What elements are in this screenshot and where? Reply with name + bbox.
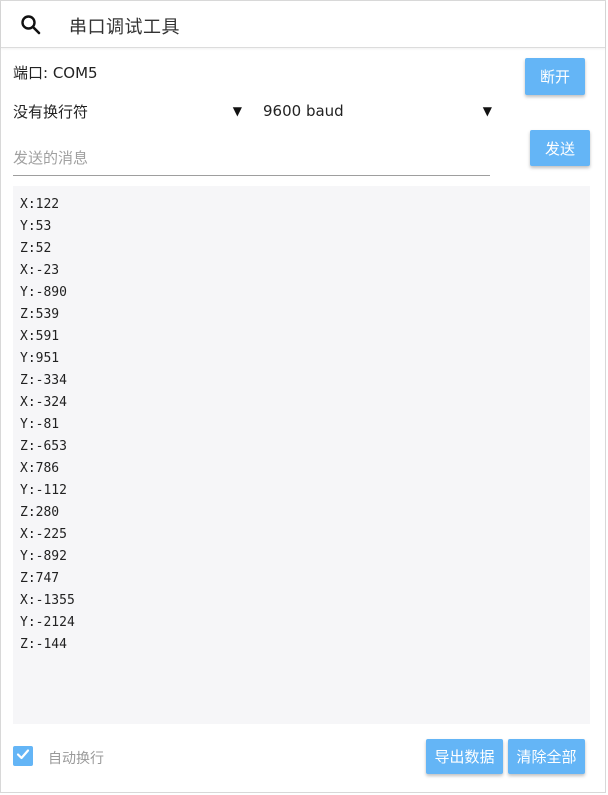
- send-button[interactable]: 发送: [530, 130, 590, 166]
- output-line: Y:53: [20, 219, 52, 234]
- output-log[interactable]: X:122 Y:53 Z:52 X:-23 Y:-890 Z:539 X:591 Y:951 Z…: [13, 186, 590, 724]
- output-line: Y:-890: [20, 285, 67, 300]
- app-window: 串口调试工具 端口: COM5 断开 没有换行符 ▼ 9600 baud ▼ 发…: [0, 0, 606, 793]
- newline-select-value: 没有换行符: [13, 102, 89, 121]
- output-line: Z:539: [20, 307, 60, 322]
- output-line: Z:52: [20, 241, 52, 256]
- message-input[interactable]: [13, 141, 490, 176]
- baud-select[interactable]: 9600 baud ▼: [263, 100, 492, 122]
- output-line: X:122: [20, 197, 60, 212]
- port-label: 端口: COM5: [13, 64, 98, 82]
- output-line: X:-324: [20, 395, 67, 410]
- disconnect-button[interactable]: 断开: [525, 58, 585, 95]
- title-bar: 串口调试工具: [1, 1, 605, 48]
- output-line: X:-1355: [20, 593, 75, 608]
- output-line: X:-225: [20, 527, 67, 542]
- output-line: Z:280: [20, 505, 60, 520]
- output-line: X:591: [20, 329, 60, 344]
- check-icon: [15, 746, 31, 766]
- app-title: 串口调试工具: [69, 17, 180, 38]
- output-line: Y:-2124: [20, 615, 75, 630]
- output-line: Y:-112: [20, 483, 67, 498]
- autowrap-label: 自动换行: [48, 751, 104, 767]
- output-line: Y:951: [20, 351, 60, 366]
- output-line: Y:-892: [20, 549, 67, 564]
- search-icon[interactable]: [20, 14, 42, 36]
- output-line: Z:747: [20, 571, 60, 586]
- output-line: Z:-144: [20, 637, 67, 652]
- newline-select[interactable]: 没有换行符 ▼: [13, 100, 242, 122]
- baud-select-value: 9600 baud: [263, 102, 344, 120]
- export-data-button[interactable]: 导出数据: [426, 739, 503, 774]
- output-line: Z:-334: [20, 373, 67, 388]
- clear-all-button[interactable]: 清除全部: [508, 739, 585, 774]
- output-line: X:-23: [20, 263, 60, 278]
- triangle-down-icon: ▼: [482, 104, 492, 118]
- output-line: X:786: [20, 461, 60, 476]
- output-line: Y:-81: [20, 417, 60, 432]
- triangle-down-icon: ▼: [232, 104, 242, 118]
- autowrap-checkbox[interactable]: [13, 746, 33, 766]
- output-line: Z:-653: [20, 439, 67, 454]
